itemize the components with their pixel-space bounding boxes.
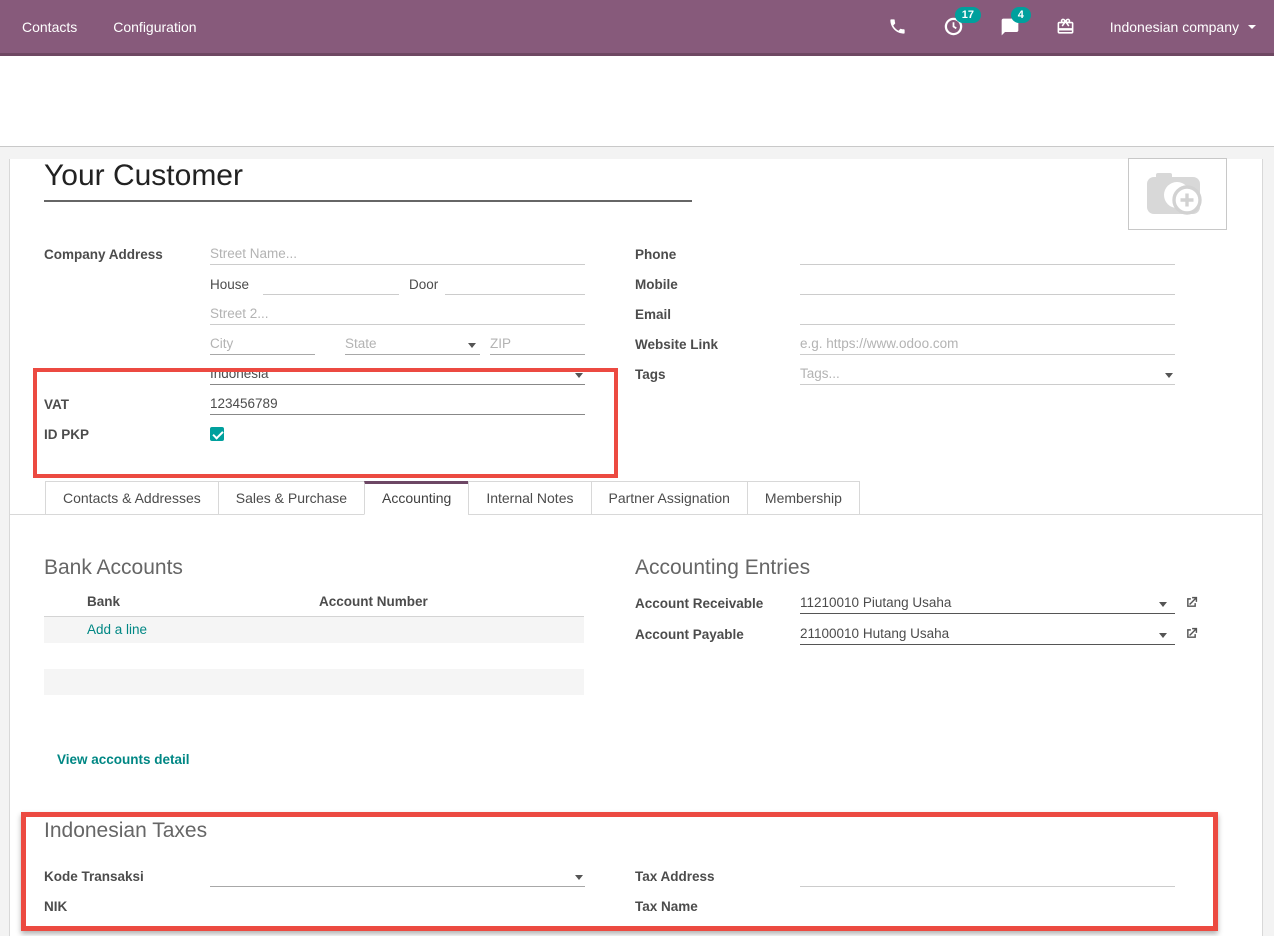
form-sheet: Your Customer Company Address Street Nam… xyxy=(9,159,1263,936)
company-name: Indonesian company xyxy=(1110,19,1239,35)
tags-label: Tags xyxy=(635,364,800,382)
bank-accounts-title: Bank Accounts xyxy=(44,556,585,580)
phone-icon[interactable] xyxy=(886,15,910,39)
top-navbar: Contacts Configuration 17 4 Indonesian c… xyxy=(0,0,1274,56)
control-panel xyxy=(0,56,1274,146)
messages-count-badge: 4 xyxy=(1011,7,1031,23)
tax-name-label: Tax Name xyxy=(635,896,800,914)
camera-add-icon xyxy=(1145,167,1211,221)
form-top-groups: Company Address Street Name... House Doo… xyxy=(44,244,1227,454)
account-receivable-label: Account Receivable xyxy=(635,593,800,611)
view-accounts-detail-link[interactable]: View accounts detail xyxy=(57,752,190,767)
bank-accounts-table: Bank Account Number Add a line xyxy=(44,594,584,695)
form-view-page: Your Customer Company Address Street Nam… xyxy=(0,146,1274,936)
image-upload-box[interactable] xyxy=(1128,158,1227,230)
country-select[interactable]: Indonesia xyxy=(210,364,585,385)
address-group: Company Address Street Name... House Doo… xyxy=(44,244,585,454)
column-account-number[interactable]: Account Number xyxy=(319,594,428,616)
accounting-tab-content: Bank Accounts Bank Account Number Add a … xyxy=(44,556,1227,769)
state-select[interactable]: State xyxy=(345,334,480,355)
idpkp-label: ID PKP xyxy=(44,424,210,442)
navbar-systray: 17 4 Indonesian company xyxy=(886,15,1256,39)
gift-icon[interactable] xyxy=(1054,15,1078,39)
table-row xyxy=(44,643,584,669)
activities-clock-icon[interactable]: 17 xyxy=(942,15,966,39)
chevron-down-icon[interactable] xyxy=(575,373,583,378)
menu-contacts[interactable]: Contacts xyxy=(22,19,77,35)
indonesian-taxes-title: Indonesian Taxes xyxy=(44,819,1227,843)
company-address-label: Company Address xyxy=(44,244,210,262)
tax-address-input[interactable] xyxy=(800,866,1175,887)
table-row xyxy=(44,669,584,695)
indonesian-taxes-section: Indonesian Taxes Kode Transaksi NIK Tax xyxy=(44,819,1227,926)
mobile-label: Mobile xyxy=(635,274,800,292)
account-receivable-select[interactable]: 11210010 Piutang Usaha xyxy=(800,593,1175,614)
door-label: Door xyxy=(409,274,445,295)
column-bank[interactable]: Bank xyxy=(44,594,319,616)
tab-partner-assignation[interactable]: Partner Assignation xyxy=(591,481,748,515)
street2-input[interactable]: Street 2... xyxy=(210,304,585,325)
tab-sales-purchase[interactable]: Sales & Purchase xyxy=(218,481,365,515)
accounting-entries-section: Accounting Entries Account Receivable 11… xyxy=(635,556,1227,769)
zip-input[interactable]: ZIP xyxy=(490,334,585,355)
house-input[interactable] xyxy=(263,274,399,295)
messages-chat-icon[interactable]: 4 xyxy=(998,15,1022,39)
bank-table-header: Bank Account Number xyxy=(44,594,584,617)
vat-label: VAT xyxy=(44,394,210,412)
tags-input[interactable]: Tags... xyxy=(800,364,1175,385)
chevron-down-icon[interactable] xyxy=(468,343,476,348)
page-title[interactable]: Your Customer xyxy=(44,159,1227,193)
navbar-menus: Contacts Configuration xyxy=(22,19,197,35)
house-door-row: House Door xyxy=(210,274,585,295)
email-input[interactable] xyxy=(800,304,1175,325)
activities-count-badge: 17 xyxy=(955,7,981,23)
nik-input[interactable] xyxy=(210,896,585,917)
phone-label: Phone xyxy=(635,244,800,262)
account-payable-label: Account Payable xyxy=(635,624,800,642)
street-input[interactable]: Street Name... xyxy=(210,244,585,265)
email-label: Email xyxy=(635,304,800,322)
external-link-icon[interactable] xyxy=(1184,626,1199,646)
chevron-down-icon[interactable] xyxy=(575,875,583,880)
accounting-entries-title: Accounting Entries xyxy=(635,556,1227,580)
kode-transaksi-label: Kode Transaksi xyxy=(44,866,210,884)
tab-contacts-addresses[interactable]: Contacts & Addresses xyxy=(45,481,219,515)
chevron-down-icon[interactable] xyxy=(1159,633,1167,638)
house-label: House xyxy=(210,274,263,295)
website-label: Website Link xyxy=(635,334,800,352)
chevron-down-icon xyxy=(1248,25,1256,29)
tax-address-label: Tax Address xyxy=(635,866,800,884)
tax-name-input[interactable] xyxy=(800,896,1175,917)
tab-membership[interactable]: Membership xyxy=(747,481,860,515)
mobile-input[interactable] xyxy=(800,274,1175,295)
city-state-zip-row: City State ZIP xyxy=(210,334,585,355)
notebook-tabbar: Contacts & Addresses Sales & Purchase Ac… xyxy=(10,481,1262,515)
kode-transaksi-select[interactable] xyxy=(210,866,585,887)
external-link-icon[interactable] xyxy=(1184,595,1199,615)
add-a-line-link[interactable]: Add a line xyxy=(44,617,584,643)
tab-accounting[interactable]: Accounting xyxy=(364,481,469,515)
company-switcher[interactable]: Indonesian company xyxy=(1110,19,1256,35)
idpkp-checkbox[interactable] xyxy=(210,427,224,441)
phone-input[interactable] xyxy=(800,244,1175,265)
chevron-down-icon[interactable] xyxy=(1159,602,1167,607)
chevron-down-icon[interactable] xyxy=(1165,373,1173,378)
contact-group: Phone Mobile Email Website Link e.g. htt… xyxy=(635,244,1225,454)
vat-input[interactable]: 123456789 xyxy=(210,394,585,415)
bank-accounts-section: Bank Accounts Bank Account Number Add a … xyxy=(44,556,585,769)
city-input[interactable]: City xyxy=(210,334,315,355)
title-underline xyxy=(44,200,692,202)
nik-label: NIK xyxy=(44,896,210,914)
tab-internal-notes[interactable]: Internal Notes xyxy=(468,481,591,515)
account-payable-select[interactable]: 21100010 Hutang Usaha xyxy=(800,624,1175,645)
menu-configuration[interactable]: Configuration xyxy=(113,19,196,35)
website-input[interactable]: e.g. https://www.odoo.com xyxy=(800,334,1175,355)
door-input[interactable] xyxy=(445,274,585,295)
